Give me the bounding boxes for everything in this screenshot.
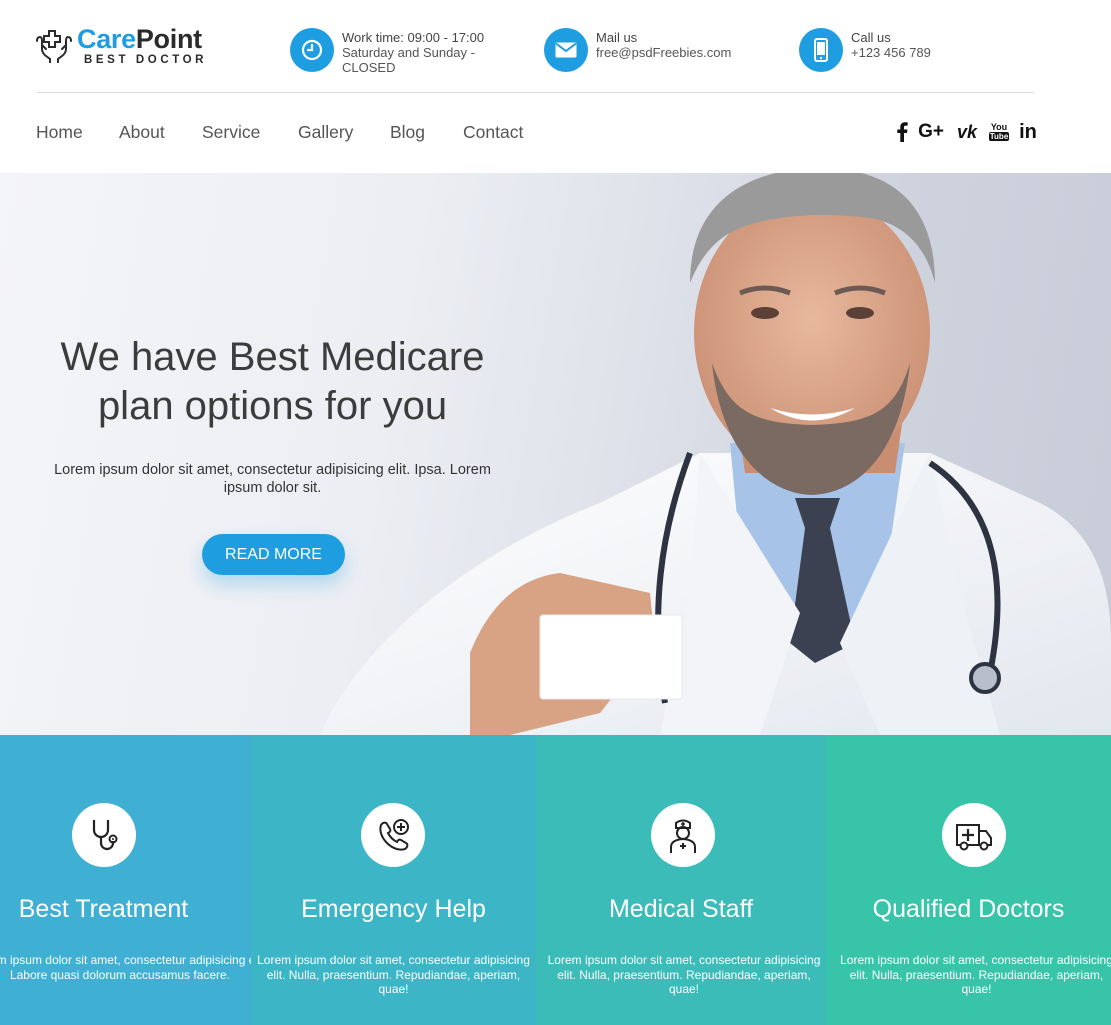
google-plus-icon[interactable]: G+ [917, 120, 945, 144]
feature-best-treatment[interactable]: Best Treatment Lorem ipsum dolor sit ame… [0, 735, 251, 1025]
hero-description: Lorem ipsum dolor sit amet, consectetur … [54, 462, 491, 496]
read-more-button[interactable]: READ MORE [202, 534, 345, 575]
feature-qualified-doctors[interactable]: Qualified Doctors Lorem ipsum dolor sit … [826, 735, 1111, 1025]
hero-banner: We have Best Medicare plan options for y… [0, 173, 1111, 735]
stethoscope-icon [72, 803, 136, 867]
call-label: Call us [851, 30, 891, 45]
feature-text: Lorem ipsum dolor sit amet, consectetur … [840, 953, 1111, 996]
vk-icon[interactable]: vk [954, 120, 980, 144]
doctor-photo [320, 173, 1111, 735]
phone-icon [799, 28, 843, 72]
brand-tagline: BEST DOCTOR [84, 54, 208, 66]
mail-value[interactable]: free@psdFreebies.com [596, 45, 746, 60]
youtube-icon[interactable]: You Tube [988, 120, 1010, 144]
nav-item-home[interactable]: Home [36, 122, 83, 143]
linkedin-icon[interactable]: in [1017, 120, 1039, 144]
features-section: Best Treatment Lorem ipsum dolor sit ame… [0, 735, 1111, 1025]
envelope-icon [544, 28, 588, 72]
feature-emergency-help[interactable]: Emergency Help Lorem ipsum dolor sit ame… [251, 735, 536, 1025]
mail-label: Mail us [596, 30, 638, 45]
mail-info[interactable]: Mail us free@psdFreebies.com [544, 28, 754, 76]
feature-text: Lorem ipsum dolor sit amet, consectetur … [547, 953, 821, 996]
nav-item-blog[interactable]: Blog [390, 122, 425, 143]
work-time-info: Work time: 09:00 - 17:00 Saturday and Su… [290, 28, 500, 76]
feature-title: Best Treatment [18, 895, 189, 923]
clock-icon [290, 28, 334, 72]
feature-text: Lorem ipsum dolor sit amet, consectetur … [0, 953, 251, 982]
ambulance-icon [942, 803, 1006, 867]
nav-item-contact[interactable]: Contact [463, 122, 523, 143]
call-value[interactable]: +123 456 789 [851, 45, 1001, 60]
feature-medical-staff[interactable]: Medical Staff Lorem ipsum dolor sit amet… [536, 735, 826, 1025]
nurse-icon [651, 803, 715, 867]
hands-cross-icon [36, 30, 72, 63]
work-time-label: Work time: 09:00 - 17:00 [342, 30, 485, 45]
brand-name: CarePoint [77, 24, 202, 54]
feature-title: Emergency Help [301, 895, 486, 923]
top-header: CarePoint BEST DOCTOR Work time: 09:00 -… [0, 0, 1111, 93]
feature-title: Medical Staff [608, 895, 754, 923]
nav-item-about[interactable]: About [119, 122, 165, 143]
hero-title: We have Best Medicare plan options for y… [60, 335, 485, 428]
call-info[interactable]: Call us +123 456 789 [799, 28, 999, 76]
feature-text: Lorem ipsum dolor sit amet, consectetur … [257, 953, 530, 996]
logo[interactable]: CarePoint BEST DOCTOR [34, 24, 224, 68]
nav-item-gallery[interactable]: Gallery [298, 122, 353, 143]
nav-item-service[interactable]: Service [202, 122, 260, 143]
facebook-icon[interactable] [895, 120, 909, 144]
feature-title: Qualified Doctors [872, 895, 1065, 923]
social-links: G+ vk You Tube in [895, 120, 1040, 144]
work-time-value: Saturday and Sunday - CLOSED [342, 45, 475, 75]
phone-medical-icon [361, 803, 425, 867]
